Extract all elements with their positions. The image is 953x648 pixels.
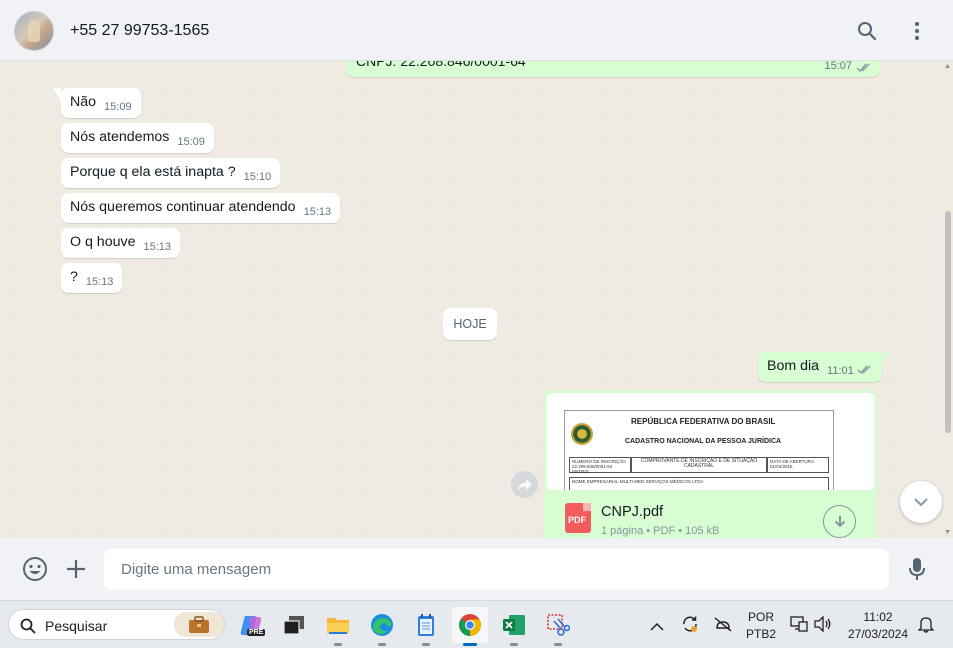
incoming-message[interactable]: Não 15:09	[53, 88, 141, 118]
document-message[interactable]: REPÚBLICA FEDERATIVA DO BRASIL CADASTRO …	[544, 390, 877, 538]
document-filename: CNPJ.pdf	[601, 504, 664, 520]
attach-plus-icon[interactable]	[62, 555, 90, 583]
keyboard-layout: PTB2	[745, 627, 776, 641]
document-footer[interactable]: PDF CNPJ.pdf 1 página • PDF • 105 kB	[544, 490, 877, 538]
windows-taskbar: Pesquisar PRE POR PTB2 11:02 27/03/2024	[0, 600, 953, 648]
incoming-message[interactable]: ? 15:13	[61, 263, 123, 293]
message-input[interactable]	[104, 549, 889, 590]
display-icon[interactable]	[790, 616, 808, 637]
file-explorer-icon[interactable]	[320, 607, 356, 646]
running-indicator	[334, 643, 342, 646]
scroll-to-bottom-button[interactable]	[900, 481, 942, 523]
document-page-thumbnail: REPÚBLICA FEDERATIVA DO BRASIL CADASTRO …	[564, 410, 834, 490]
message-time: 15:07	[824, 61, 852, 72]
chat-header: +55 27 99753-1565	[0, 0, 953, 61]
chrome-icon[interactable]	[452, 607, 488, 646]
volume-icon[interactable]	[814, 615, 832, 637]
outgoing-message[interactable]: Bom dia 11:01	[758, 352, 890, 382]
read-ticks-icon	[857, 363, 873, 379]
scroll-up-arrow[interactable]: ▲	[944, 63, 951, 70]
outgoing-message-partial[interactable]: CNPJ: 22.208.846/0001-64 15:07	[346, 61, 880, 77]
incoming-message[interactable]: O q houve 15:13	[61, 228, 180, 258]
emoji-icon[interactable]	[21, 555, 49, 583]
scroll-down-arrow[interactable]: ▼	[944, 529, 951, 536]
sync-icon[interactable]	[681, 615, 699, 638]
search-icon[interactable]	[854, 18, 880, 44]
running-indicator	[510, 643, 518, 646]
brazil-coat-of-arms-icon	[571, 423, 593, 445]
incoming-message[interactable]: Porque q ela está inapta ? 15:10	[61, 158, 281, 188]
network-disconnected-icon[interactable]	[713, 616, 733, 637]
message-time: 15:13	[85, 276, 114, 288]
pdf-file-icon: PDF	[565, 503, 591, 533]
compose-bar	[0, 538, 953, 600]
message-text: Nós atendemos	[70, 129, 170, 145]
message-text: Bom dia	[767, 358, 820, 374]
copilot-pre-badge: PRE	[247, 629, 266, 636]
message-list[interactable]: CNPJ: 22.208.846/0001-64 15:07 Não 15:09 …	[0, 61, 953, 538]
snipping-tool-icon[interactable]	[540, 607, 576, 646]
running-indicator	[463, 643, 477, 646]
clock-time: 11:02	[863, 610, 893, 624]
taskbar-search-label: Pesquisar	[45, 618, 108, 634]
document-preview-field: NOME EMPRESARIAL MULTI MED SERVIÇOS MÉDI…	[569, 477, 829, 490]
contact-avatar[interactable]	[14, 11, 54, 51]
search-icon	[20, 618, 36, 634]
message-text: O q houve	[70, 234, 136, 250]
download-icon[interactable]	[823, 505, 856, 538]
message-time: 15:09	[104, 101, 132, 113]
taskbar-search[interactable]: Pesquisar	[8, 609, 225, 640]
document-preview-subtitle: CADASTRO NACIONAL DA PESSOA JURÍDICA	[625, 438, 782, 445]
message-time: 15:13	[143, 241, 171, 253]
microphone-icon[interactable]	[903, 555, 931, 583]
message-time: 15:10	[243, 171, 272, 183]
chevron-down-icon	[914, 497, 928, 506]
running-indicator	[554, 643, 562, 646]
clock-date: 27/03/2024	[847, 627, 909, 641]
document-meta: 1 página • PDF • 105 kB	[601, 525, 720, 537]
document-preview[interactable]: REPÚBLICA FEDERATIVA DO BRASIL CADASTRO …	[547, 393, 874, 490]
document-preview-field: DATA DE ABERTURA 01/04/2015	[767, 457, 829, 473]
scroll-thumb[interactable]	[945, 211, 951, 433]
notification-bell-icon[interactable]	[917, 616, 935, 638]
clock[interactable]: 11:02 27/03/2024	[843, 610, 913, 641]
message-time: 15:09	[177, 136, 205, 148]
notepad-icon[interactable]	[408, 607, 444, 646]
message-text: Não	[70, 94, 97, 110]
incoming-message[interactable]: Nós atendemos 15:09	[61, 123, 214, 153]
chat-scrollbar[interactable]: ▲ ▼	[943, 61, 953, 538]
read-ticks-icon	[856, 61, 872, 78]
excel-icon[interactable]	[496, 607, 532, 646]
document-preview-title: REPÚBLICA FEDERATIVA DO BRASIL	[631, 417, 776, 426]
message-text: Porque q ela está inapta ?	[70, 164, 236, 180]
document-preview-field: NÚMERO DE INSCRIÇÃO 22.208.846/0001-64 M…	[569, 457, 631, 474]
kebab-menu-icon[interactable]	[904, 18, 930, 44]
keyboard-language[interactable]: POR PTB2	[745, 610, 777, 641]
running-indicator	[422, 643, 430, 646]
copilot-icon[interactable]: PRE	[233, 607, 269, 643]
forward-icon[interactable]	[511, 471, 538, 498]
search-highlight-briefcase-icon[interactable]	[174, 612, 224, 637]
chevron-up-icon[interactable]	[650, 618, 664, 636]
date-divider: HOJE	[443, 308, 497, 340]
message-time: 11:01	[827, 365, 854, 377]
incoming-message[interactable]: Nós queremos continuar atendendo 15:13	[61, 193, 341, 223]
edge-icon[interactable]	[364, 607, 400, 646]
contact-name[interactable]: +55 27 99753-1565	[70, 22, 209, 40]
language-code: POR	[747, 610, 774, 624]
message-time: 15:13	[303, 206, 332, 218]
message-text: ?	[70, 269, 78, 285]
message-text: Nós queremos continuar atendendo	[70, 199, 296, 215]
running-indicator	[378, 643, 386, 646]
document-preview-field: COMPROVANTE DE INSCRIÇÃO E DE SITUAÇÃO C…	[631, 457, 767, 473]
task-view-icon[interactable]	[276, 607, 312, 643]
message-text: CNPJ: 22.208.846/0001-64	[356, 61, 526, 69]
